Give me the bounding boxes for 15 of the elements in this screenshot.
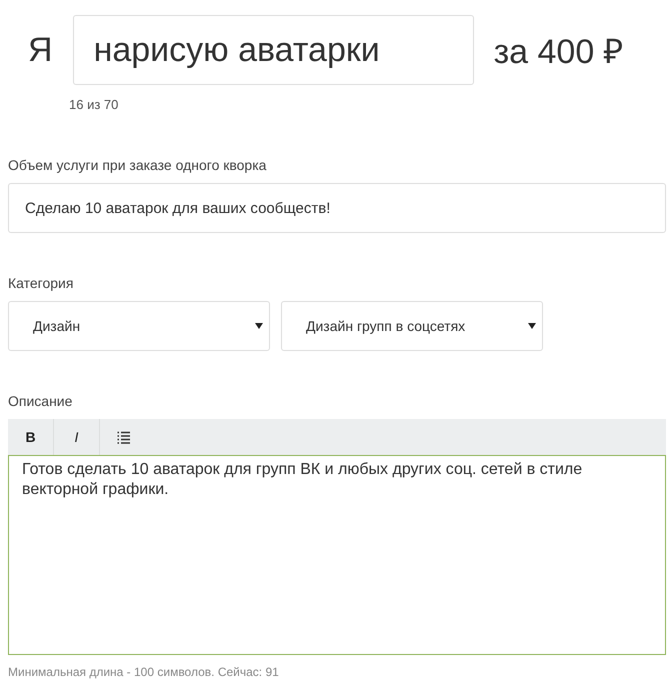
field-label: Описание <box>8 393 74 409</box>
caret-icon <box>255 323 263 329</box>
title-price: за 400 ₽ <box>494 32 624 73</box>
field-label: Объем услуги при заказе одного кворка <box>8 157 268 173</box>
list-icon <box>116 430 130 444</box>
field-label: Категория <box>8 275 74 291</box>
category-dropdown[interactable]: Дизайн <box>8 301 270 351</box>
volume-input-field[interactable]: Сделаю 10 аватарок для ваших сообществ! <box>8 183 666 233</box>
character-counter: 16 из 70 <box>69 97 120 112</box>
title-input-field[interactable]: нарисую аватарки <box>72 15 474 85</box>
description-editor[interactable]: Готов сделать 10 аватарок для групп ВК и любых других соц. сетей в стиле векторной графики. <box>8 455 666 655</box>
length-hint: Минимальная длина - 100 символов. Сейчас: 91 <box>8 665 280 679</box>
title-prefix: Я <box>28 30 53 70</box>
caret-icon <box>528 323 536 329</box>
category-dropdown[interactable]: Дизайн групп в соцсетях <box>281 301 543 351</box>
